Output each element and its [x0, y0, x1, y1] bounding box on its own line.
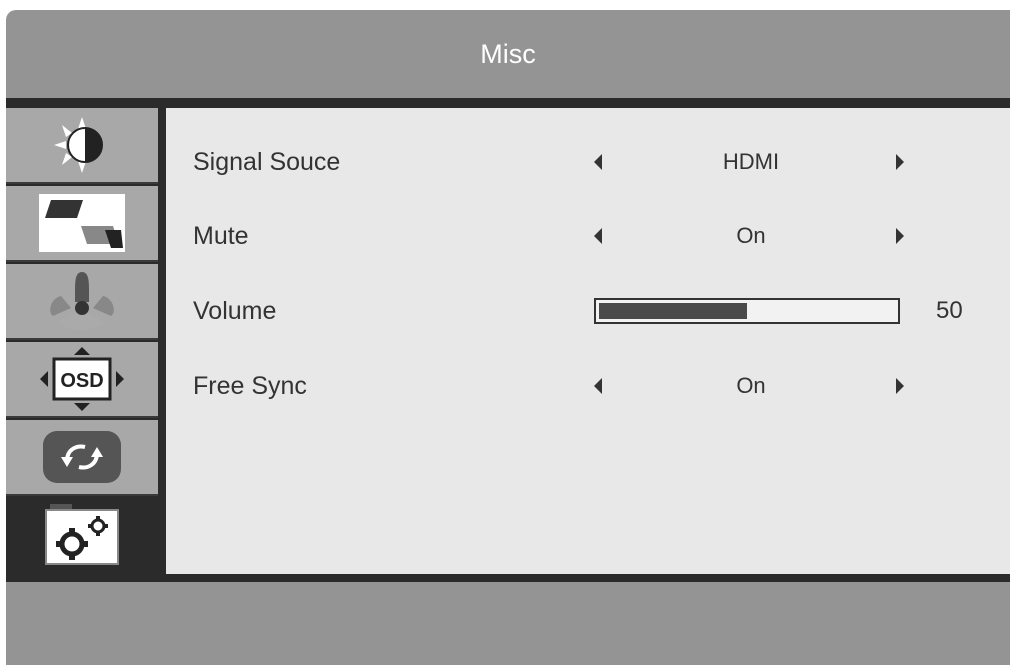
- reset-icon: [43, 431, 121, 483]
- arrow-right-icon[interactable]: [896, 378, 904, 394]
- sidebar-item-brightness[interactable]: [6, 108, 158, 184]
- sidebar-item-osd[interactable]: OSD: [6, 342, 158, 418]
- arrow-right-icon[interactable]: [896, 228, 904, 244]
- setting-label: Free Sync: [193, 372, 307, 400]
- misc-gears-icon: [45, 504, 119, 565]
- setting-label: Mute: [193, 222, 249, 250]
- menu-frame: OSD Signal Souce HDMI Mute On Volume 50 …: [6, 98, 1010, 582]
- osd-setup-icon: OSD: [40, 347, 124, 411]
- setting-row-free-sync[interactable]: Free Sync On: [166, 361, 1010, 411]
- volume-value: 50: [936, 297, 963, 324]
- sidebar-item-image[interactable]: [6, 186, 158, 262]
- sidebar: OSD: [6, 108, 158, 574]
- setting-row-signal-source[interactable]: Signal Souce HDMI: [166, 137, 1010, 187]
- setting-label: Volume: [193, 297, 277, 325]
- setting-value: On: [736, 223, 766, 248]
- volume-slider[interactable]: [594, 298, 900, 324]
- settings-panel: Signal Souce HDMI Mute On Volume 50 Free…: [166, 108, 1010, 574]
- color-icon: [50, 272, 114, 330]
- sidebar-item-color[interactable]: [6, 264, 158, 340]
- arrow-left-icon[interactable]: [594, 228, 602, 244]
- image-setup-icon: [39, 194, 125, 252]
- setting-value: HDMI: [722, 149, 780, 174]
- svg-text:OSD: OSD: [60, 370, 103, 392]
- arrow-left-icon[interactable]: [594, 154, 602, 170]
- setting-value: On: [736, 373, 766, 398]
- volume-slider-fill: [599, 303, 747, 319]
- brightness-contrast-icon: [54, 117, 103, 173]
- arrow-right-icon[interactable]: [896, 154, 904, 170]
- page-title: Misc: [480, 38, 536, 69]
- setting-row-mute[interactable]: Mute On: [166, 211, 1010, 261]
- setting-row-volume[interactable]: Volume 50: [166, 286, 1010, 336]
- title-bar: Misc: [6, 10, 1010, 98]
- setting-label: Signal Souce: [193, 148, 341, 176]
- sidebar-item-reset[interactable]: [6, 420, 158, 496]
- sidebar-item-misc[interactable]: [6, 498, 158, 574]
- arrow-left-icon[interactable]: [594, 378, 602, 394]
- osd-window: Misc OSD Signal Souce HDMI Mute On Volum…: [6, 10, 1010, 665]
